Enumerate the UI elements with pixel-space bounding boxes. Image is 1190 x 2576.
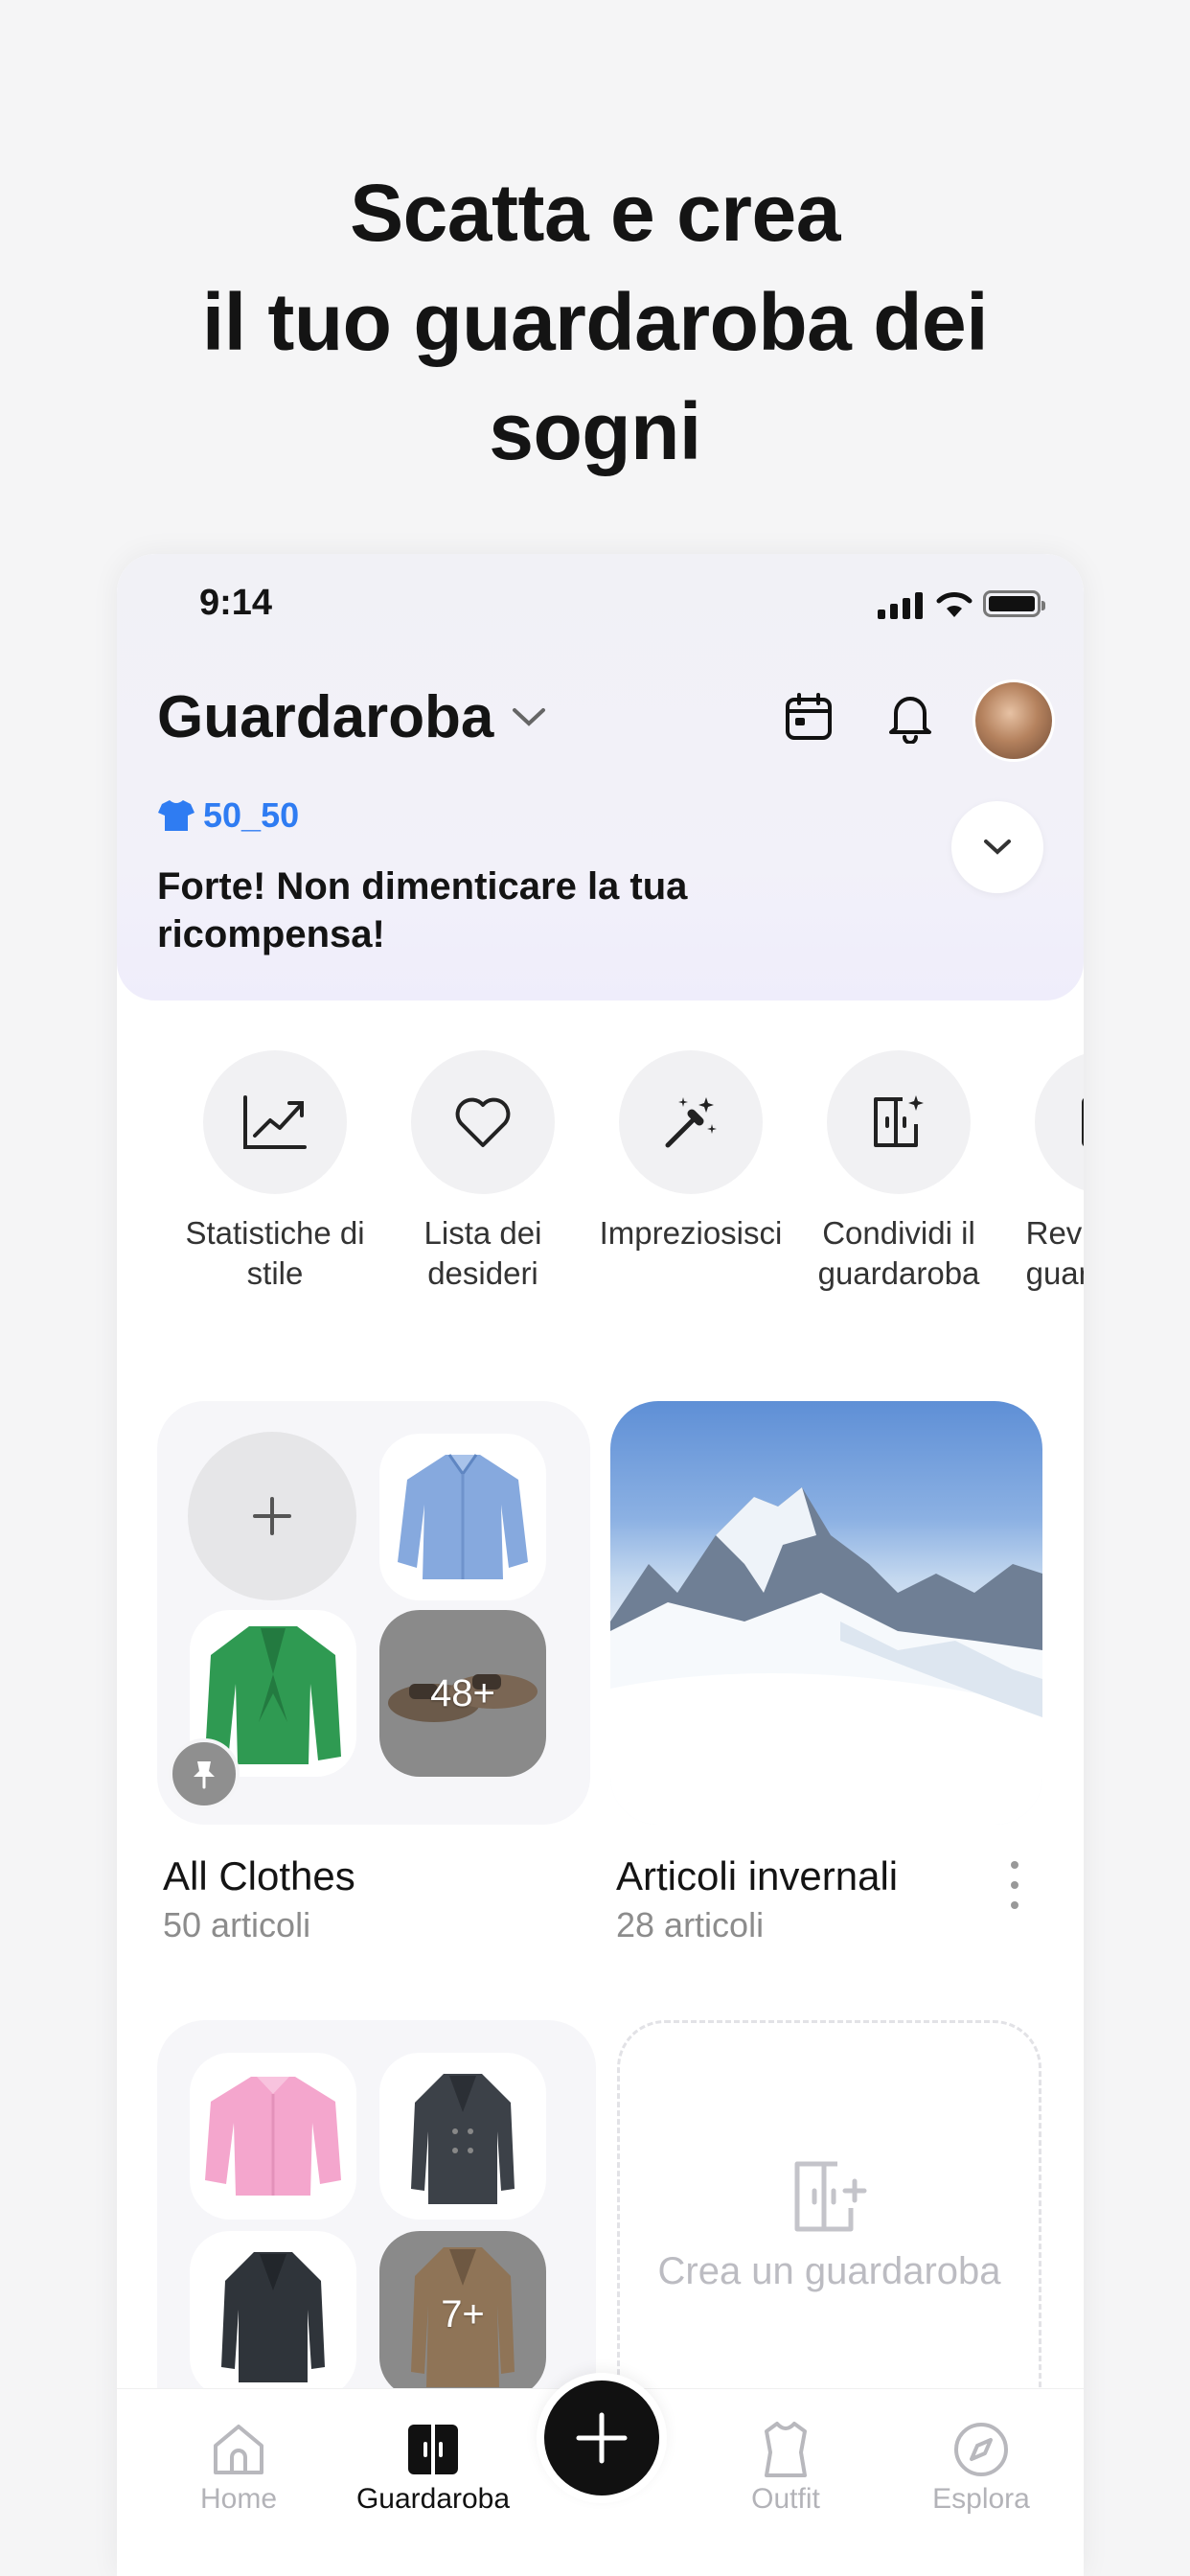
action-label: Revisiona il guardaroba (1025, 1215, 1084, 1291)
action-label: Lista dei desideri (423, 1215, 542, 1291)
tab-guardaroba[interactable]: Guardaroba (337, 2416, 529, 2516)
bell-icon (889, 697, 931, 744)
plus-icon (253, 1497, 291, 1535)
header-panel: 9:14 Guardaroba 50_50 Forte! Non dimenti… (117, 554, 1084, 1000)
tab-label: Guardaroba (355, 2483, 511, 2515)
item-thumb-dark-coat (379, 2053, 546, 2220)
create-wardrobe-label: Crea un guardaroba (657, 2250, 1001, 2292)
tshirt-icon (158, 800, 195, 831)
card-title: Articoli invernali (616, 1853, 899, 1898)
action-style-stats[interactable]: Statistiche di stile (174, 1050, 376, 1294)
action-review-wardrobe[interactable]: Revisiona il guardaroba (1006, 1050, 1084, 1294)
badge-label: 50_50 (203, 795, 300, 835)
item-thumb-dark-coat-2 (190, 2231, 356, 2398)
tab-home[interactable]: Home (143, 2416, 334, 2516)
wardrobe-card-all-clothes[interactable]: 48+ (157, 1401, 590, 1825)
card-count: 50 articoli (163, 1905, 311, 1944)
wardrobe-selector[interactable]: Guardaroba (157, 683, 547, 751)
item-thumb-blue-shirt (379, 1434, 546, 1600)
avatar[interactable] (973, 679, 1055, 762)
promo-text: Forte! Non dimenticare la tua ricompensa… (157, 865, 688, 955)
wardrobe-card-winter[interactable] (610, 1401, 1042, 1825)
more-count: 48+ (430, 1671, 495, 1714)
more-options-icon[interactable] (1010, 1861, 1019, 1909)
pin-icon (194, 1761, 215, 1789)
tab-label: Home (199, 2483, 278, 2515)
item-thumb-more[interactable]: 7+ (379, 2231, 546, 2398)
compass-icon (954, 2423, 1008, 2476)
action-enhance[interactable]: Impreziosisci (590, 1050, 791, 1254)
collapse-button[interactable] (951, 801, 1043, 893)
streak-badge: 50_50 (157, 795, 299, 836)
action-label: Statistiche di stile (185, 1215, 365, 1291)
dark-coat-image (411, 2074, 515, 2204)
calendar-icon (786, 693, 832, 740)
quick-actions: Statistiche di stile Lista dei desideri … (117, 1050, 1084, 1357)
chevron-down-icon (984, 840, 1011, 855)
headline-line-2: il tuo guardaroba dei (201, 277, 989, 367)
tab-outfit[interactable]: Outfit (690, 2416, 881, 2516)
home-icon (214, 2425, 263, 2474)
add-item-button[interactable] (188, 1432, 356, 1600)
calendar-button[interactable] (778, 686, 839, 748)
add-wardrobe-icon (794, 2161, 867, 2232)
wardrobe-icon (408, 2425, 458, 2474)
headline-line-3: sogni (489, 386, 701, 476)
chevron-down-icon (513, 707, 546, 726)
wifi-icon (936, 592, 973, 617)
mountain-image (610, 1487, 1042, 1825)
tab-label: Outfit (751, 2483, 820, 2515)
notifications-button[interactable] (880, 686, 941, 748)
headline-line-1: Scatta e crea (350, 168, 840, 258)
plus-icon (576, 2412, 628, 2464)
page-title: Guardaroba (157, 684, 494, 750)
review-icon (1082, 1098, 1084, 1146)
pink-shirt-image (205, 2077, 341, 2196)
heart-icon (455, 1097, 511, 1147)
battery-icon (983, 590, 1045, 617)
card-count: 28 articoli (616, 1905, 765, 1944)
wardrobe-card-3[interactable]: 7+ (157, 2020, 596, 2442)
pin-badge (169, 1738, 240, 1809)
action-wishlist[interactable]: Lista dei desideri (382, 1050, 584, 1294)
chart-trend-icon (243, 1095, 307, 1149)
page-headline: Scatta e crea il tuo guardaroba dei sogn… (0, 158, 1190, 486)
action-label: Impreziosisci (599, 1215, 783, 1251)
action-share-wardrobe[interactable]: Condividi il guardaroba (798, 1050, 999, 1294)
dark-coat-image (221, 2252, 325, 2382)
status-time: 9:14 (199, 583, 273, 623)
more-count: 7+ (441, 2292, 485, 2335)
item-thumb-more[interactable]: 48+ (379, 1610, 546, 1777)
magic-wand-icon (665, 1097, 717, 1148)
add-button[interactable] (537, 2373, 667, 2503)
signal-icon (878, 592, 923, 619)
share-wardrobe-icon (874, 1095, 924, 1147)
action-label: Condividi il guardaroba (817, 1215, 980, 1291)
tab-label: Esplora (932, 2483, 1030, 2515)
tab-esplora[interactable]: Esplora (885, 2416, 1077, 2516)
phone-screen: 9:14 Guardaroba 50_50 Forte! Non dimenti… (117, 554, 1084, 2576)
outfit-icon (765, 2422, 807, 2477)
item-thumb-pink-shirt (190, 2053, 356, 2220)
card-title: All Clothes (163, 1853, 355, 1898)
blue-shirt-image (398, 1454, 528, 1579)
